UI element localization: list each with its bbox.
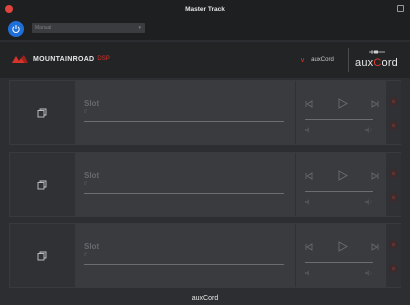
previous-icon[interactable] bbox=[305, 171, 313, 180]
slot-subtitle: // bbox=[84, 109, 87, 115]
load-slot-button[interactable] bbox=[10, 153, 74, 216]
next-icon[interactable] bbox=[371, 99, 379, 108]
brand-name: MOUNTAINROAD bbox=[33, 55, 95, 63]
transport-controls bbox=[296, 81, 386, 144]
power-button[interactable] bbox=[8, 21, 24, 37]
footer-label: auxCord bbox=[191, 295, 219, 302]
slot-title: Slot bbox=[84, 171, 100, 180]
plugin-window: Master Track Manual ▾ MOUNTAINROAD DSP ∨… bbox=[0, 0, 410, 305]
plugin-header: MOUNTAINROAD DSP ∨ auxCord auxCord bbox=[0, 42, 410, 78]
chevron-down-icon: ▾ bbox=[138, 25, 141, 31]
close-slot-button[interactable] bbox=[389, 240, 398, 249]
preset-label: Manual bbox=[35, 25, 52, 31]
plugin-body: MOUNTAINROAD DSP ∨ auxCord auxCord Slot … bbox=[0, 42, 410, 305]
slot-info: Slot // bbox=[75, 81, 295, 144]
next-icon[interactable] bbox=[371, 171, 379, 180]
progress-bar[interactable] bbox=[84, 193, 284, 194]
progress-bar[interactable] bbox=[84, 121, 284, 122]
slot-subtitle: // bbox=[84, 181, 87, 187]
source-selector[interactable]: ∨ auxCord bbox=[300, 56, 334, 64]
close-icon bbox=[391, 171, 396, 176]
brand-suffix: DSP bbox=[97, 56, 110, 62]
close-slot-button[interactable] bbox=[389, 169, 398, 178]
clear-slot-button[interactable] bbox=[389, 121, 398, 130]
close-icon bbox=[391, 195, 396, 200]
close-icon bbox=[391, 99, 396, 104]
preset-dropdown[interactable]: Manual ▾ bbox=[32, 23, 145, 33]
slot-subtitle: // bbox=[84, 252, 87, 258]
host-toolbar: Manual ▾ bbox=[0, 20, 410, 40]
chevron-down-icon: ∨ bbox=[300, 57, 306, 64]
slot-panel: Slot // bbox=[9, 152, 401, 217]
close-icon bbox=[391, 266, 396, 271]
volume-high-icon bbox=[365, 127, 372, 133]
mountain-logo-icon bbox=[12, 55, 28, 63]
clear-slot-button[interactable] bbox=[389, 193, 398, 202]
close-icon bbox=[391, 242, 396, 247]
volume-slider[interactable] bbox=[305, 119, 373, 120]
cable-icon bbox=[369, 50, 385, 54]
copy-icon bbox=[37, 108, 47, 117]
window-title: Master Track bbox=[185, 6, 225, 13]
slot-panel: Slot // bbox=[9, 80, 401, 145]
slot-panel: Slot // bbox=[9, 223, 401, 288]
slot-info: Slot // bbox=[75, 224, 295, 287]
transport-controls bbox=[296, 224, 386, 287]
volume-slider[interactable] bbox=[305, 191, 373, 192]
close-icon bbox=[391, 123, 396, 128]
progress-bar[interactable] bbox=[84, 264, 284, 265]
header-divider bbox=[348, 48, 349, 72]
volume-low-icon bbox=[305, 199, 309, 205]
volume-high-icon bbox=[365, 199, 372, 205]
volume-low-icon bbox=[305, 127, 309, 133]
play-icon[interactable] bbox=[337, 170, 348, 181]
fullscreen-icon[interactable] bbox=[397, 5, 404, 12]
play-icon[interactable] bbox=[337, 98, 348, 109]
copy-icon bbox=[37, 251, 47, 260]
clear-slot-button[interactable] bbox=[389, 264, 398, 273]
close-slot-button[interactable] bbox=[389, 97, 398, 106]
volume-low-icon bbox=[305, 270, 309, 276]
auxcord-logo: auxCord bbox=[352, 48, 406, 72]
previous-icon[interactable] bbox=[305, 99, 313, 108]
slot-actions bbox=[386, 224, 401, 287]
copy-icon bbox=[37, 180, 47, 189]
next-icon[interactable] bbox=[371, 242, 379, 251]
load-slot-button[interactable] bbox=[10, 81, 74, 144]
title-bar: Master Track bbox=[0, 0, 410, 20]
play-icon[interactable] bbox=[337, 241, 348, 252]
power-icon bbox=[12, 25, 20, 33]
slot-actions bbox=[386, 153, 401, 216]
brand-logo: MOUNTAINROAD DSP bbox=[12, 55, 110, 63]
volume-high-icon bbox=[365, 270, 372, 276]
slot-info: Slot // bbox=[75, 153, 295, 216]
volume-slider[interactable] bbox=[305, 262, 373, 263]
previous-icon[interactable] bbox=[305, 242, 313, 251]
slot-title: Slot bbox=[84, 242, 100, 251]
slot-title: Slot bbox=[84, 99, 100, 108]
load-slot-button[interactable] bbox=[10, 224, 74, 287]
slot-actions bbox=[386, 81, 401, 144]
auxcord-logo-text: auxCord bbox=[355, 57, 398, 69]
transport-controls bbox=[296, 153, 386, 216]
source-selector-label: auxCord bbox=[311, 57, 334, 63]
